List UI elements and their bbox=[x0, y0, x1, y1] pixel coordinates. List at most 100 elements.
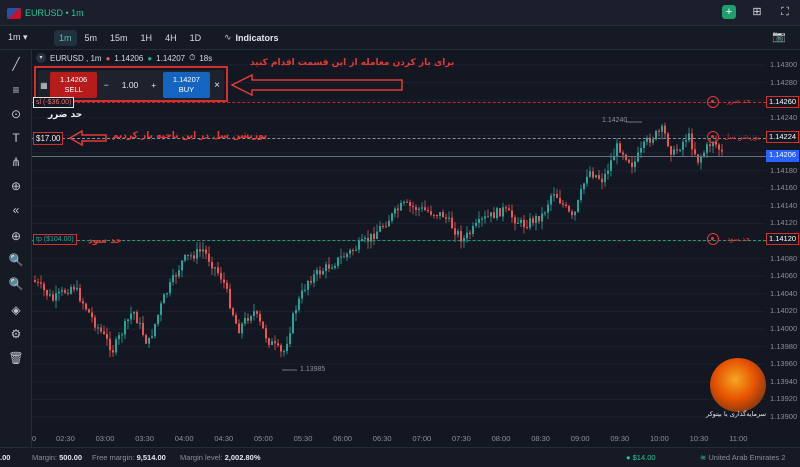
candle-body bbox=[691, 133, 693, 150]
stop-loss-line[interactable] bbox=[32, 102, 766, 103]
candle-body bbox=[682, 141, 684, 150]
current-price-box: 1.14206 bbox=[766, 150, 799, 162]
symbol-tab[interactable]: EURUSD • 1m bbox=[4, 5, 90, 21]
candle-body bbox=[634, 161, 636, 168]
chart-toolbar: 1m ▾ 1m 5m 15m 1H 4H 1D ∿ Indicators 📷 bbox=[0, 26, 800, 50]
candle-body bbox=[676, 149, 678, 151]
take-profit-line[interactable] bbox=[32, 240, 766, 241]
time-tick: 08:00 bbox=[491, 434, 511, 443]
timeframe-5m[interactable]: 5m bbox=[80, 30, 103, 46]
candle-body bbox=[142, 322, 144, 335]
candle-body bbox=[223, 279, 225, 283]
stop-loss-tag[interactable]: sl (-$36.00) bbox=[33, 97, 75, 108]
timeframe-1d[interactable]: 1D bbox=[185, 30, 207, 46]
candle-body bbox=[415, 207, 417, 210]
candle-body bbox=[94, 317, 96, 328]
trash-icon[interactable]: 🗑 bbox=[8, 350, 24, 366]
candle-body bbox=[289, 333, 291, 344]
candle-body bbox=[589, 171, 591, 177]
candle-body bbox=[355, 249, 357, 251]
plus-icon[interactable]: + bbox=[722, 5, 736, 19]
zoom-plus-icon[interactable]: ⊕ bbox=[8, 228, 24, 244]
margin-value: 500.00 bbox=[59, 453, 83, 462]
price-tick: 1.13900 bbox=[770, 412, 798, 421]
candle-body bbox=[574, 211, 576, 216]
margin: Margin: 500.00 bbox=[32, 453, 82, 462]
zoom-out-icon[interactable]: 🔍 bbox=[8, 276, 24, 292]
timeframe-1h[interactable]: 1H bbox=[136, 30, 158, 46]
candle-body bbox=[706, 144, 708, 153]
candle-body bbox=[148, 337, 150, 344]
settings-icon[interactable]: ⚙ bbox=[8, 326, 24, 342]
candle-body bbox=[391, 213, 393, 221]
wifi-icon: ≋ bbox=[700, 453, 707, 462]
time-tick: 02:30 bbox=[56, 434, 75, 443]
candle-body bbox=[553, 194, 555, 196]
candle-body bbox=[274, 341, 276, 344]
candle-body bbox=[163, 294, 165, 304]
pnl-value: $14.00 bbox=[632, 453, 656, 462]
candle-body bbox=[436, 215, 438, 217]
candle-body bbox=[106, 333, 108, 339]
server-status[interactable]: ≋ United Arab Emirates 2 bbox=[700, 453, 786, 462]
pnl-badge[interactable]: ● $14.00 bbox=[626, 453, 656, 462]
candle-body bbox=[319, 270, 321, 275]
candle-body bbox=[298, 298, 300, 310]
candle-body bbox=[358, 241, 360, 250]
candle-body bbox=[73, 286, 75, 290]
candle-body bbox=[253, 311, 255, 316]
camera-icon[interactable]: 📷 bbox=[772, 30, 786, 43]
timeframe-1m[interactable]: 1m bbox=[54, 30, 77, 46]
collapse-chevron-icon[interactable]: ▾ bbox=[36, 53, 46, 63]
position-tag[interactable]: $17.00 bbox=[33, 132, 64, 145]
time-tick: 07:30 bbox=[452, 434, 471, 443]
cursor-target-icon[interactable]: ⊙ bbox=[8, 106, 24, 122]
candle-body bbox=[556, 194, 558, 198]
candle-body bbox=[424, 207, 426, 211]
low-price-label: 1.13985 bbox=[300, 366, 326, 373]
candle-body bbox=[130, 313, 132, 320]
timeframe-dropdown[interactable]: 1m ▾ bbox=[8, 32, 28, 43]
rewind-icon[interactable]: « bbox=[8, 202, 24, 218]
crosshair-icon[interactable]: ⊕ bbox=[8, 178, 24, 194]
take-profit-tag[interactable]: tp ($104.00) bbox=[33, 234, 77, 245]
time-axis[interactable]: 0 02:30 03:00 03:30 04:00 04:30 05:00 05:30 06:0… bbox=[32, 430, 800, 447]
zoom-in-icon[interactable]: 🔍 bbox=[8, 252, 24, 268]
timeframe-4h[interactable]: 4H bbox=[160, 30, 182, 46]
horizontal-line-icon[interactable]: ≡ bbox=[8, 82, 24, 98]
time-tick: 10:00 bbox=[650, 434, 669, 443]
candle-body bbox=[58, 291, 60, 294]
candle-body bbox=[496, 208, 498, 219]
price-tick: 1.14080 bbox=[770, 253, 798, 263]
candle-body bbox=[652, 139, 654, 143]
line-tool-icon[interactable]: ╱ bbox=[8, 56, 24, 72]
layers-icon[interactable]: ◈ bbox=[8, 302, 24, 318]
text-tool-icon[interactable]: T bbox=[8, 130, 24, 146]
candle-body bbox=[55, 293, 57, 301]
time-tick: 06:30 bbox=[372, 434, 392, 443]
candle-body bbox=[196, 249, 198, 259]
pattern-tool-icon[interactable]: ⋔ bbox=[8, 154, 24, 170]
candle-body bbox=[127, 319, 129, 322]
price-tick: 1.13940 bbox=[770, 376, 798, 386]
time-tick: 0 bbox=[32, 434, 37, 443]
candle-body bbox=[70, 286, 72, 294]
candle-body bbox=[277, 343, 279, 346]
free-margin: Free margin: 9,514.00 bbox=[92, 453, 166, 462]
candle-body bbox=[190, 255, 192, 257]
time-tick: 07:00 bbox=[412, 434, 432, 443]
candle-body bbox=[352, 250, 354, 252]
candle-body bbox=[259, 313, 261, 322]
candle-body bbox=[283, 351, 285, 353]
candle-body bbox=[598, 175, 600, 179]
grid-icon[interactable]: ⊞ bbox=[750, 5, 764, 19]
marker-label-position: پوزیشن سل bbox=[724, 133, 760, 141]
indicators-button[interactable]: ∿ Indicators bbox=[224, 32, 279, 43]
candle-body bbox=[616, 143, 618, 157]
fullscreen-icon[interactable]: ⛶ bbox=[778, 5, 792, 19]
candle-body bbox=[499, 208, 501, 217]
eurusd-flag-icon bbox=[7, 7, 21, 19]
free-margin-value: 9,514.00 bbox=[136, 453, 166, 462]
timeframe-15m[interactable]: 15m bbox=[105, 30, 133, 46]
candle-body bbox=[457, 231, 459, 235]
